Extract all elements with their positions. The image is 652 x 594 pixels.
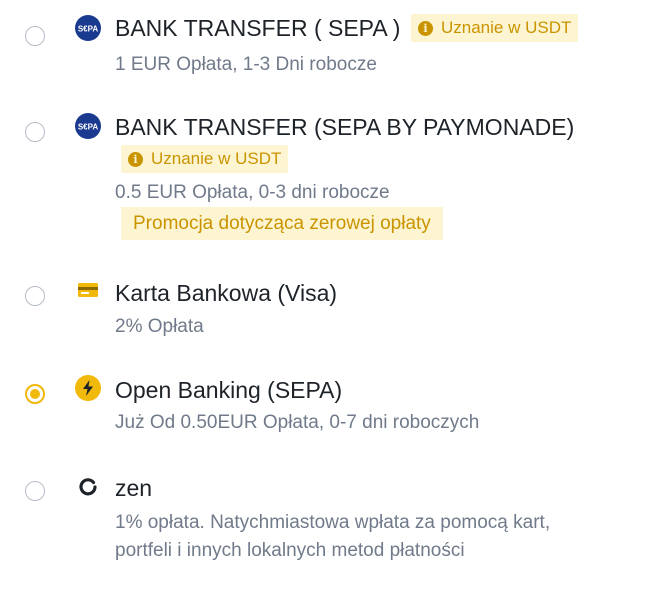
status-badge: i Uznanie w USDT (121, 145, 289, 173)
svg-text:S€PA: S€PA (78, 25, 99, 34)
payment-option-open-banking[interactable]: Open Banking (SEPA) Już Od 0.50EUR Opłat… (0, 370, 652, 450)
option-detail: Już Od 0.50EUR Opłata, 0-7 dni roboczych (115, 412, 480, 433)
info-icon: i (418, 20, 433, 36)
option-title: Open Banking (SEPA) (115, 377, 343, 403)
option-detail: 0.5 EUR Opłata, 0-3 dni robocze (115, 182, 390, 203)
option-detail: 1 EUR Opłata, 1-3 Dni robocze (115, 54, 377, 75)
status-badge: i Uznanie w USDT (411, 14, 579, 42)
badge-label: Uznanie w USDT (151, 149, 282, 168)
payment-option-zen[interactable]: zen 1% opłata. Natychmiastowa wpłata za … (0, 470, 652, 580)
card-icon (75, 278, 101, 304)
info-icon: i (128, 151, 143, 167)
option-title: BANK TRANSFER ( SEPA ) (115, 15, 401, 41)
option-title: BANK TRANSFER (SEPA BY PAYMONADE) (115, 114, 575, 140)
payment-option-card[interactable]: Karta Bankowa (Visa) 2% Opłata (0, 270, 652, 350)
option-detail: 2% Opłata (115, 316, 204, 337)
payment-option-sepa[interactable]: S€PA BANK TRANSFER ( SEPA ) i Uznanie w … (0, 0, 652, 100)
svg-text:S€PA: S€PA (78, 123, 99, 132)
lightning-icon (75, 375, 101, 401)
radio-button[interactable] (25, 122, 45, 142)
option-detail-line2: portfeli i innych lokalnych metod płatno… (115, 540, 465, 561)
zen-logo (75, 473, 101, 499)
radio-button[interactable] (25, 26, 45, 46)
payment-option-sepa-paymonade[interactable]: S€PA BANK TRANSFER (SEPA BY PAYMONADE) i… (0, 100, 652, 255)
radio-button-selected[interactable] (25, 384, 45, 404)
option-detail-line1: 1% opłata. Natychmiastowa wpłata za pomo… (115, 512, 551, 533)
sepa-logo: S€PA (75, 113, 101, 139)
radio-button[interactable] (25, 286, 45, 306)
option-title: Karta Bankowa (Visa) (115, 280, 338, 306)
badge-label: Uznanie w USDT (441, 18, 572, 37)
radio-button[interactable] (25, 481, 45, 501)
sepa-logo: S€PA (75, 15, 101, 41)
promo-badge: Promocja dotycząca zerowej opłaty (121, 207, 443, 240)
option-title: zen (115, 475, 153, 501)
